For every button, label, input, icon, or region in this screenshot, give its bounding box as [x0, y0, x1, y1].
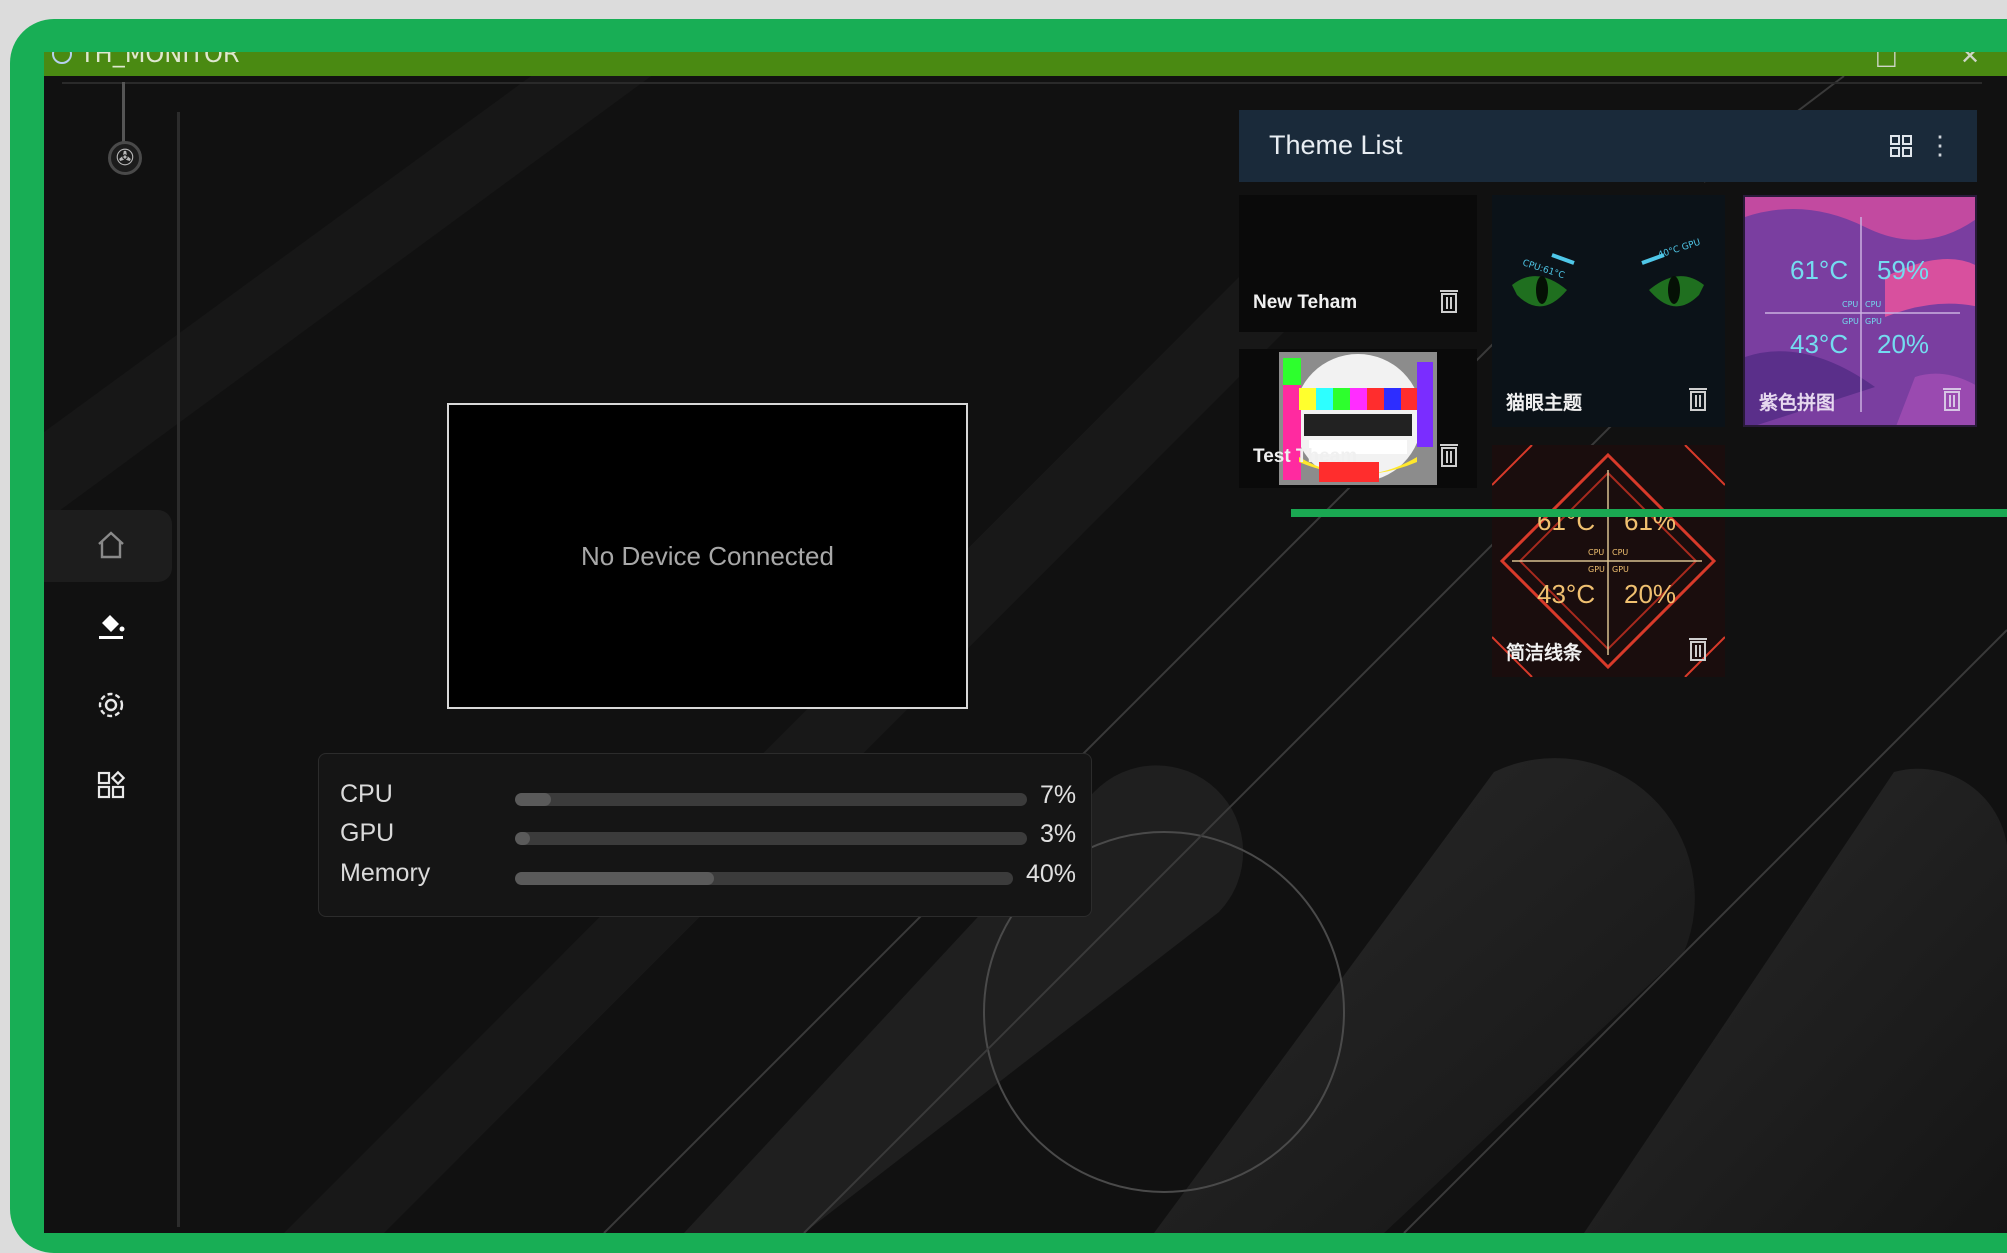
- trash-icon[interactable]: [1941, 385, 1963, 411]
- gpu-label: GPU: [340, 819, 395, 847]
- red-gpu-label-left: GPU: [1588, 565, 1605, 574]
- gpu-usage-value: 3%: [1040, 820, 1077, 848]
- app-window: TH_MONITOR □ ✕ ✇ No Device Connected CPU…: [44, 52, 2007, 1233]
- app-icon: [52, 52, 72, 64]
- sidebar-divider: [177, 112, 180, 1227]
- grid-view-icon[interactable]: [1890, 135, 1912, 162]
- purple-gpu-label-left: GPU: [1842, 317, 1859, 326]
- gpu-usage-bar: [515, 832, 1027, 845]
- gpu-usage-fill: [515, 832, 531, 845]
- trash-icon[interactable]: [1687, 385, 1709, 411]
- close-icon[interactable]: ✕: [1960, 52, 1980, 70]
- purple-gpu-temp: 43°C: [1790, 329, 1848, 359]
- theme-list-header: Theme List ⋮: [1239, 110, 1977, 182]
- cpu-usage-fill: [515, 793, 551, 806]
- cpu-label: CPU: [340, 780, 393, 808]
- red-cpu-label-left: CPU: [1588, 548, 1604, 557]
- accent-line: [1291, 509, 2007, 517]
- trash-icon[interactable]: [1687, 635, 1709, 661]
- trash-icon[interactable]: [1438, 287, 1460, 313]
- purple-cpu-temp: 61°C: [1790, 255, 1848, 285]
- purple-cpu-usage: 59%: [1877, 255, 1929, 285]
- purple-cpu-label-left: CPU: [1842, 300, 1858, 309]
- maximize-icon[interactable]: □: [1875, 52, 1898, 70]
- home-icon[interactable]: [94, 528, 128, 562]
- theme-card-purple-puzzle[interactable]: 61°C 59% 43°C 20% CPU CPU GPU GPU 紫色拼图: [1743, 195, 1977, 427]
- titlebar-divider: [62, 82, 1982, 84]
- theme-name: Test Theam: [1253, 446, 1358, 467]
- theme-card-cat-eye[interactable]: CPU:61°C 40°C GPU 猫眼主题: [1492, 195, 1725, 427]
- purple-gpu-usage: 20%: [1877, 329, 1929, 359]
- fan-logo-icon: ✇: [108, 141, 142, 175]
- red-gpu-label-right: GPU: [1612, 565, 1629, 574]
- theme-name: 简洁线条: [1506, 643, 1583, 664]
- system-stats-panel: CPU 7% GPU 3% Memory 40%: [318, 753, 1092, 917]
- no-device-message: No Device Connected: [581, 540, 834, 571]
- red-gpu-usage: 20%: [1624, 579, 1676, 609]
- cpu-usage-value: 7%: [1040, 781, 1077, 809]
- cpu-usage-bar: [515, 793, 1027, 806]
- app-title: TH_MONITOR: [80, 52, 240, 68]
- device-preview: No Device Connected: [447, 403, 968, 709]
- theme-card-simple-lines[interactable]: 61°C 61% 43°C 20% CPU CPU GPU GPU 简洁线条: [1492, 445, 1725, 677]
- memory-usage-value: 40%: [1026, 860, 1077, 888]
- purple-cpu-label-right: CPU: [1865, 300, 1881, 309]
- more-vertical-icon[interactable]: ⋮: [1927, 130, 1953, 161]
- red-gpu-temp: 43°C: [1537, 579, 1595, 609]
- theme-name: 紫色拼图: [1759, 393, 1836, 414]
- trash-icon[interactable]: [1438, 441, 1460, 467]
- memory-usage-bar: [515, 872, 1013, 885]
- theme-name: New Teham: [1253, 292, 1358, 313]
- paint-bucket-icon[interactable]: [94, 608, 128, 642]
- memory-usage-fill: [515, 872, 715, 885]
- theme-name: 猫眼主题: [1506, 393, 1583, 414]
- theme-card-test-theam[interactable]: Test Theam: [1239, 349, 1477, 488]
- purple-gpu-label-right: GPU: [1865, 317, 1882, 326]
- gear-icon[interactable]: [94, 688, 128, 722]
- theme-card-new-teham[interactable]: New Teham: [1239, 195, 1477, 332]
- memory-label: Memory: [340, 859, 431, 887]
- theme-list-title: Theme List: [1269, 130, 1403, 160]
- red-cpu-label-right: CPU: [1612, 548, 1628, 557]
- apps-icon[interactable]: [94, 768, 128, 802]
- title-bar[interactable]: TH_MONITOR □ ✕: [44, 52, 2007, 76]
